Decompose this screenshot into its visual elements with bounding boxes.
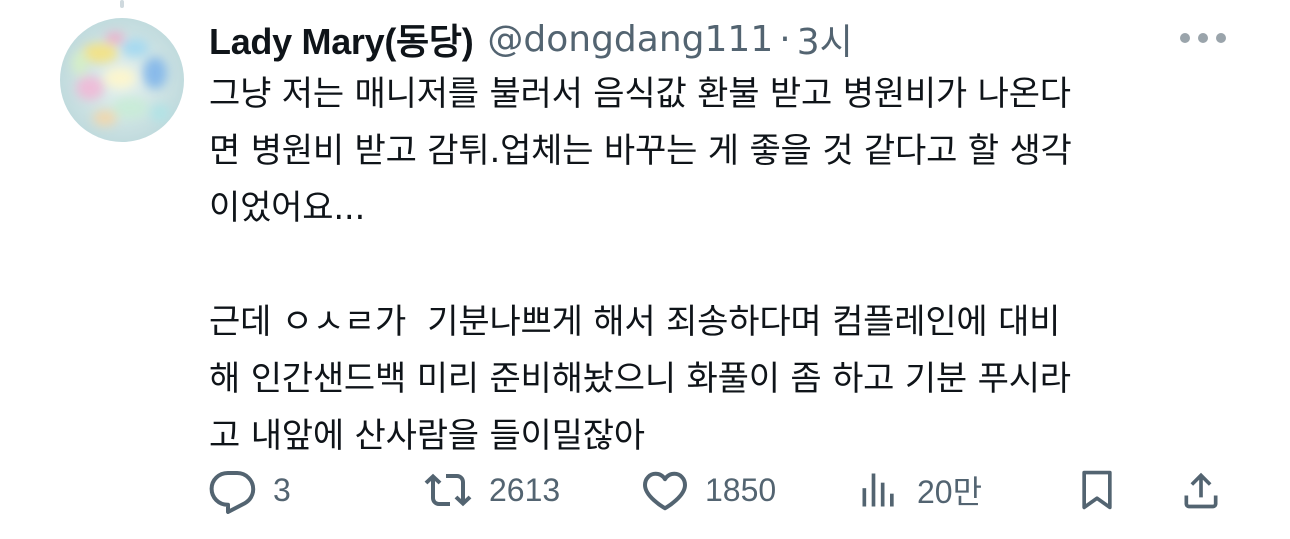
bookmark-icon: [1082, 470, 1112, 510]
avatar-image: [60, 18, 184, 142]
separator-dot: ·: [779, 18, 791, 60]
reply-bubble-icon: [209, 471, 256, 514]
tweet-timestamp[interactable]: 3시: [797, 13, 853, 65]
retweet-icon: [424, 473, 472, 507]
tweet-actions-bar: 3 2613 1850 20만: [209, 466, 1229, 514]
author-handle[interactable]: @dongdang111: [487, 19, 773, 60]
heart-icon: [643, 471, 687, 511]
views-count: 20만: [917, 474, 983, 510]
like-count: 1850: [705, 471, 777, 508]
author-name[interactable]: Lady Mary(동당): [209, 13, 474, 65]
views-button[interactable]: 20만: [857, 466, 982, 514]
more-horizontal-icon: [1180, 33, 1190, 43]
more-options-button[interactable]: [1180, 26, 1226, 50]
reply-button[interactable]: 3: [209, 466, 291, 514]
bookmark-button[interactable]: [1075, 466, 1119, 514]
views-chart-icon: [862, 473, 894, 507]
reply-count: 3: [273, 471, 291, 508]
retweet-button[interactable]: 2613: [423, 466, 560, 514]
avatar[interactable]: [60, 18, 184, 142]
share-icon: [1184, 472, 1218, 509]
like-button[interactable]: 1850: [641, 466, 776, 514]
thread-connector-line: [120, 0, 124, 8]
retweet-count: 2613: [489, 471, 561, 508]
tweet-text: 그냥 저는 매니저를 불러서 음식값 환불 받고 병원비가 나온다 면 병원비 …: [209, 74, 1072, 456]
tweet-header: Lady Mary(동당) @dongdang111 · 3시: [209, 14, 853, 64]
share-button[interactable]: [1179, 466, 1223, 514]
